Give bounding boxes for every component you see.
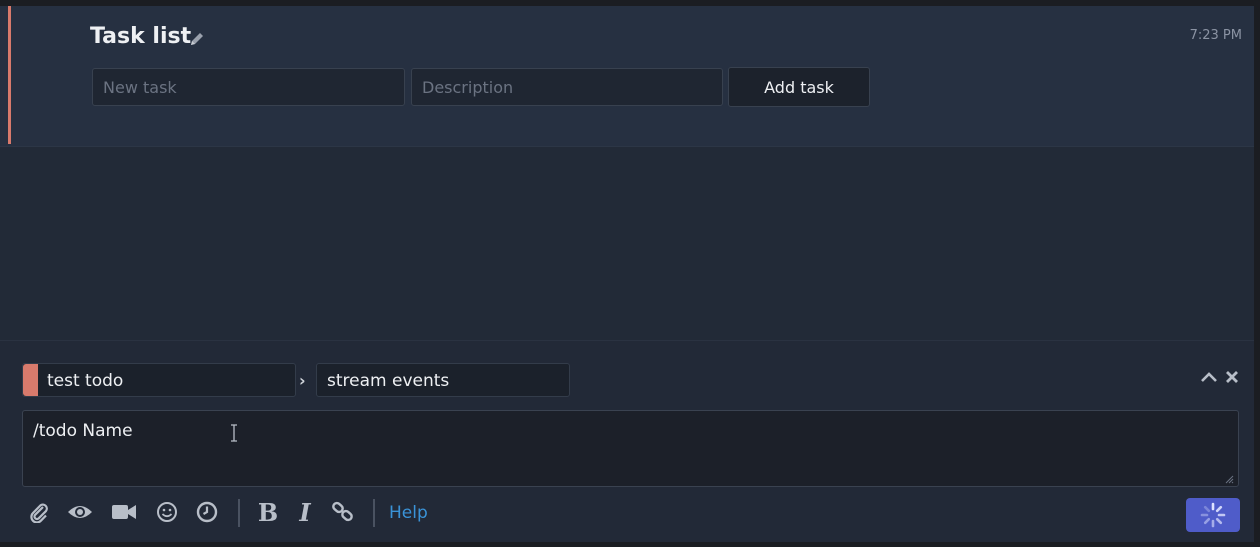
bold-icon[interactable]: B xyxy=(255,498,281,527)
topic-input[interactable]: stream events xyxy=(316,363,570,397)
toolbar-divider xyxy=(373,499,375,527)
clock-icon[interactable] xyxy=(194,499,220,525)
resize-handle-icon[interactable] xyxy=(1224,474,1234,484)
task-list-title: Task list xyxy=(90,24,192,49)
message-textarea[interactable]: /todo Name xyxy=(22,410,1239,487)
add-task-button[interactable]: Add task xyxy=(728,67,870,107)
eye-icon[interactable] xyxy=(67,499,93,525)
message-timestamp[interactable]: 7:23 PM xyxy=(1190,28,1242,43)
widget-message: Task list 7:23 PM Add task xyxy=(0,6,1254,147)
compose-box: test todo › stream events /todo Name B I… xyxy=(0,340,1254,542)
pencil-icon[interactable] xyxy=(188,30,206,48)
topic-name: stream events xyxy=(327,371,450,391)
spinner-icon xyxy=(1200,502,1226,528)
stream-color-bar xyxy=(8,6,11,144)
stream-color-swatch xyxy=(23,364,38,396)
close-icon[interactable] xyxy=(1224,369,1240,385)
smiley-icon[interactable] xyxy=(154,499,180,525)
app-window: Task list 7:23 PM Add task test todo › s… xyxy=(0,6,1254,542)
italic-icon[interactable]: I xyxy=(292,498,318,527)
toolbar-divider xyxy=(238,499,240,527)
chevron-up-icon[interactable] xyxy=(1200,369,1218,385)
video-icon[interactable] xyxy=(111,499,137,525)
compose-toolbar: B I Help xyxy=(26,498,1026,527)
help-link[interactable]: Help xyxy=(389,503,428,523)
stream-selector[interactable]: test todo xyxy=(22,363,296,397)
text-cursor-icon xyxy=(231,424,237,442)
new-task-input[interactable] xyxy=(92,68,405,106)
send-button[interactable] xyxy=(1186,498,1240,532)
chevron-right-icon: › xyxy=(299,371,306,390)
message-content: /todo Name xyxy=(33,421,133,441)
description-input[interactable] xyxy=(411,68,723,106)
link-icon[interactable] xyxy=(330,499,356,525)
stream-name: test todo xyxy=(47,371,124,391)
paperclip-icon[interactable] xyxy=(26,499,52,525)
